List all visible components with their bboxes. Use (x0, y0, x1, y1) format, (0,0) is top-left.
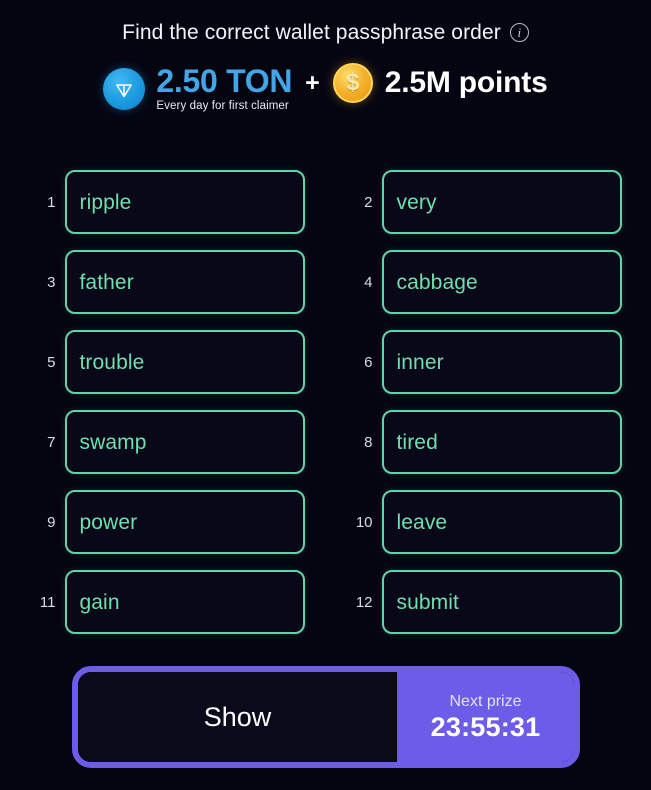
word-index-11: 11 (39, 593, 56, 611)
word-cell-4: 4 cabbage (347, 250, 622, 314)
word-text-10: leave (396, 510, 448, 534)
next-prize-panel[interactable]: Next prize 23:55:31 (397, 672, 574, 762)
ton-amount: 2.50 TON (156, 62, 293, 99)
word-cell-1: 1 ripple (30, 170, 305, 234)
word-cell-7: 7 swamp (30, 410, 305, 474)
word-tile-7[interactable]: swamp (64, 410, 305, 474)
word-cell-11: 11 gain (30, 570, 305, 634)
word-tile-9[interactable]: power (64, 490, 305, 554)
word-index-3: 3 (47, 273, 56, 291)
word-text-8: tired (396, 430, 438, 454)
header: Find the correct wallet passphrase order… (0, 0, 651, 119)
info-icon-glyph: i (517, 25, 522, 40)
info-icon[interactable]: i (509, 23, 529, 42)
word-tile-6[interactable]: inner (381, 330, 622, 394)
word-text-5: trouble (79, 350, 145, 374)
show-button[interactable]: Show (78, 672, 397, 762)
word-cell-5: 5 trouble (30, 330, 305, 394)
points-prize-group: $ 2.5M points (332, 63, 548, 103)
word-tile-8[interactable]: tired (381, 410, 622, 474)
word-index-4: 4 (364, 273, 373, 291)
word-cell-2: 2 very (347, 170, 622, 234)
next-prize-label: Next prize (449, 692, 522, 710)
ton-prize-group: 2.50 TON Every day for first claimer (103, 62, 293, 113)
word-tile-1[interactable]: ripple (64, 170, 305, 234)
word-index-2: 2 (364, 193, 373, 211)
word-text-3: father (79, 270, 134, 294)
points-amount: 2.5M points (384, 66, 548, 99)
word-tile-2[interactable]: very (381, 170, 622, 234)
word-cell-10: 10 leave (347, 490, 622, 554)
page-title: Find the correct wallet passphrase order (122, 21, 501, 44)
word-tile-12[interactable]: submit (381, 570, 622, 634)
word-index-9: 9 (47, 513, 56, 531)
show-button-label: Show (203, 701, 272, 732)
coin-dollar-glyph: $ (346, 69, 360, 96)
word-index-1: 1 (47, 193, 56, 211)
plus-sign: + (305, 68, 320, 97)
word-text-11: gain (79, 590, 120, 614)
word-tile-11[interactable]: gain (64, 570, 305, 634)
word-text-2: very (396, 190, 437, 214)
word-cell-3: 3 father (30, 250, 305, 314)
ton-logo-icon (103, 67, 146, 110)
word-index-7: 7 (47, 433, 56, 451)
word-text-4: cabbage (396, 270, 478, 294)
word-cell-6: 6 inner (347, 330, 622, 394)
ton-amount-wrap: 2.50 TON Every day for first claimer (156, 62, 293, 113)
next-prize-timer: 23:55:31 (430, 711, 541, 742)
word-tile-4[interactable]: cabbage (381, 250, 622, 314)
word-text-1: ripple (79, 190, 132, 214)
word-index-5: 5 (47, 353, 56, 371)
word-text-6: inner (396, 350, 444, 374)
word-cell-8: 8 tired (347, 410, 622, 474)
word-text-12: submit (396, 590, 459, 614)
word-cell-12: 12 submit (347, 570, 622, 634)
word-index-10: 10 (355, 513, 373, 531)
prize-row: 2.50 TON Every day for first claimer + $… (103, 59, 548, 119)
word-text-9: power (79, 510, 138, 534)
word-tile-3[interactable]: father (64, 250, 305, 314)
word-cell-9: 9 power (30, 490, 305, 554)
action-bar: Show Next prize 23:55:31 (72, 666, 580, 768)
word-index-6: 6 (364, 353, 373, 371)
word-index-8: 8 (364, 433, 373, 451)
gold-coin-icon: $ (332, 63, 373, 103)
passphrase-word-grid: 1 ripple 2 very 3 father 4 cabbage 5 tro… (0, 170, 651, 634)
word-tile-10[interactable]: leave (381, 490, 622, 554)
title-row: Find the correct wallet passphrase order… (122, 22, 529, 43)
word-text-7: swamp (79, 430, 147, 454)
word-tile-5[interactable]: trouble (64, 330, 305, 394)
word-index-12: 12 (355, 593, 373, 611)
ton-subtitle: Every day for first claimer (156, 100, 289, 113)
